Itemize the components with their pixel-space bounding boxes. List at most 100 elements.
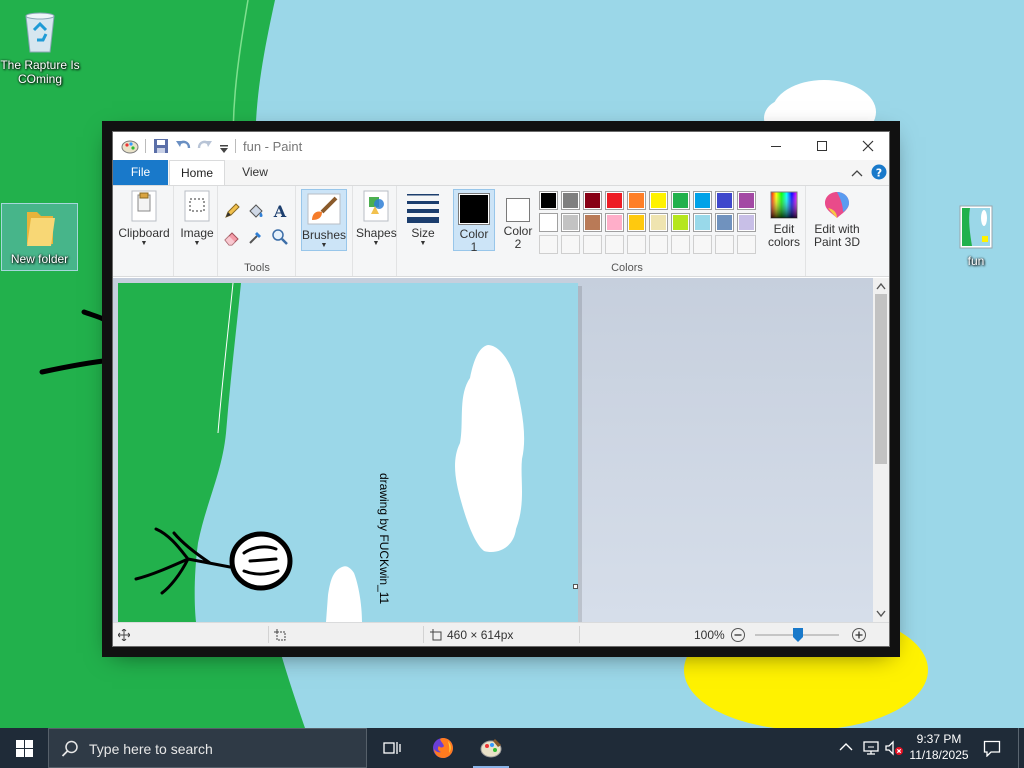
- redo-icon[interactable]: [197, 138, 213, 154]
- text-tool-icon[interactable]: A: [271, 202, 289, 220]
- start-button[interactable]: [0, 728, 48, 768]
- task-view-button[interactable]: [368, 728, 416, 768]
- desktop-icon-recycle-bin[interactable]: The Rapture Is COming: [0, 8, 80, 86]
- show-desktop-button[interactable]: [1018, 728, 1024, 768]
- desktop-icon-new-folder[interactable]: New folder: [1, 203, 78, 271]
- color-2-button[interactable]: Color 2: [499, 189, 537, 251]
- palette-swatch[interactable]: [605, 213, 624, 232]
- palette-swatch[interactable]: [715, 213, 734, 232]
- minimize-icon: [771, 146, 781, 147]
- image-group: Image ▼: [175, 186, 218, 276]
- fill-bucket-icon[interactable]: [247, 202, 265, 220]
- network-icon[interactable]: [862, 740, 880, 756]
- system-clock[interactable]: 9:37 PM 11/18/2025: [902, 731, 976, 763]
- scrollbar-thumb[interactable]: [875, 294, 887, 464]
- palette-swatch[interactable]: [671, 191, 690, 210]
- palette-swatch[interactable]: [693, 213, 712, 232]
- edit-with-paint3d-button[interactable]: Edit with Paint 3D: [809, 190, 865, 249]
- cursor-position-icon: [118, 629, 130, 641]
- clipboard-button[interactable]: Clipboard ▼: [117, 190, 171, 248]
- palette-swatch[interactable]: [737, 213, 756, 232]
- volume-muted-icon[interactable]: [884, 740, 904, 756]
- palette-swatch[interactable]: [649, 213, 668, 232]
- palette-swatch-fill: [651, 215, 666, 230]
- zoom-slider-thumb[interactable]: [793, 628, 803, 642]
- palette-swatch[interactable]: [627, 213, 646, 232]
- undo-icon[interactable]: [175, 138, 191, 154]
- palette-swatch[interactable]: [605, 191, 624, 210]
- show-hidden-icons-icon[interactable]: [839, 742, 853, 752]
- close-button[interactable]: [845, 132, 891, 160]
- canvas-resize-handle[interactable]: [573, 584, 578, 589]
- palette-swatch[interactable]: [737, 191, 756, 210]
- magnifier-icon[interactable]: [271, 228, 289, 246]
- color-picker-icon[interactable]: [247, 228, 265, 246]
- tab-view[interactable]: View: [231, 160, 279, 185]
- palette-swatch-fill: [695, 193, 710, 208]
- maximize-button[interactable]: [799, 132, 845, 160]
- firefox-icon: [433, 738, 453, 758]
- tab-home[interactable]: Home: [169, 160, 225, 186]
- close-icon: [862, 140, 874, 152]
- collapse-ribbon-icon[interactable]: [851, 168, 863, 178]
- zoom-out-icon[interactable]: [730, 627, 746, 643]
- palette-swatch[interactable]: [671, 213, 690, 232]
- paint-app-icon[interactable]: [121, 138, 139, 154]
- customize-qat-icon[interactable]: [219, 141, 229, 157]
- taskbar-firefox[interactable]: [419, 728, 467, 768]
- color-1-label: Color: [459, 227, 489, 241]
- zoom-in-icon[interactable]: [851, 627, 867, 643]
- palette-swatch[interactable]: [715, 235, 734, 254]
- color-1-button[interactable]: Color 1: [453, 189, 495, 254]
- palette-swatch[interactable]: [539, 191, 558, 210]
- color-2-label: Color: [503, 224, 533, 238]
- palette-swatch[interactable]: [693, 235, 712, 254]
- scroll-up-icon[interactable]: [876, 282, 886, 290]
- pencil-icon[interactable]: [223, 202, 241, 220]
- taskbar-paint[interactable]: [467, 728, 515, 768]
- palette-swatch[interactable]: [649, 191, 668, 210]
- palette-swatch[interactable]: [693, 191, 712, 210]
- palette-swatch[interactable]: [561, 213, 580, 232]
- palette-swatch[interactable]: [671, 235, 690, 254]
- palette-swatch[interactable]: [715, 191, 734, 210]
- vertical-scrollbar[interactable]: [873, 278, 889, 622]
- size-button[interactable]: Size ▼: [402, 190, 444, 248]
- edit-colors-button[interactable]: Edit colors: [763, 190, 805, 249]
- palette-swatch[interactable]: [539, 213, 558, 232]
- palette-swatch[interactable]: [583, 213, 602, 232]
- palette-swatch[interactable]: [649, 235, 668, 254]
- palette-swatch-fill: [629, 215, 644, 230]
- tab-file[interactable]: File: [113, 160, 168, 185]
- palette-swatch-fill: [717, 215, 732, 230]
- minimize-button[interactable]: [753, 132, 799, 160]
- palette-swatch-fill: [629, 193, 644, 208]
- brushes-button[interactable]: Brushes ▼: [301, 189, 347, 251]
- selection-size-icon: [274, 629, 286, 641]
- desktop-icon-fun[interactable]: fun: [936, 204, 1016, 268]
- eraser-icon[interactable]: [223, 228, 241, 246]
- palette-swatch[interactable]: [737, 235, 756, 254]
- taskbar-search-box[interactable]: Type here to search: [48, 728, 367, 768]
- clock-time: 9:37 PM: [916, 732, 962, 746]
- colors-group-label: Colors: [611, 262, 643, 274]
- drawing-canvas[interactable]: drawing by FUCKwin_11: [118, 283, 578, 622]
- palette-swatch[interactable]: [627, 235, 646, 254]
- shapes-button[interactable]: Shapes ▼: [356, 190, 397, 248]
- palette-swatch[interactable]: [539, 235, 558, 254]
- palette-swatch[interactable]: [561, 191, 580, 210]
- notifications-icon[interactable]: [983, 740, 1001, 757]
- palette-swatch[interactable]: [561, 235, 580, 254]
- scroll-down-icon[interactable]: [876, 610, 886, 618]
- help-icon[interactable]: ?: [871, 164, 887, 180]
- palette-swatch[interactable]: [605, 235, 624, 254]
- palette-swatch[interactable]: [627, 191, 646, 210]
- palette-swatch[interactable]: [583, 191, 602, 210]
- paint-window[interactable]: fun - Paint File Home View ? Clipboard ▼…: [112, 131, 890, 647]
- maximize-icon: [817, 141, 827, 151]
- image-button[interactable]: Image ▼: [177, 190, 217, 248]
- title-bar[interactable]: fun - Paint: [113, 132, 889, 160]
- palette-swatch[interactable]: [583, 235, 602, 254]
- canvas-workspace[interactable]: drawing by FUCKwin_11: [113, 278, 873, 622]
- save-icon[interactable]: [153, 138, 169, 154]
